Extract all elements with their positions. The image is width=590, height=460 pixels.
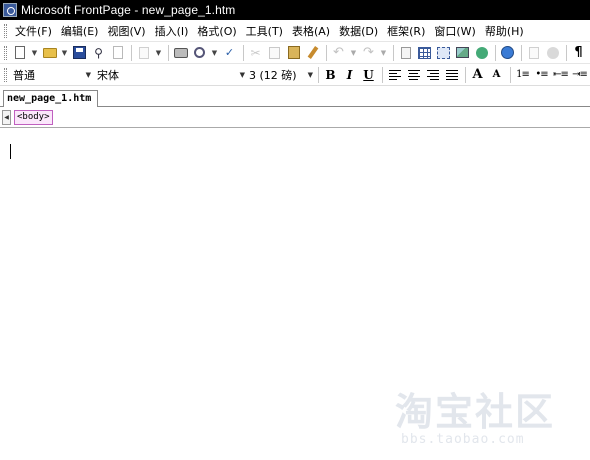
style-select[interactable]: 普通 ▼ xyxy=(11,66,93,83)
insert-table-icon[interactable] xyxy=(416,44,433,61)
frontpage-app-icon[interactable] xyxy=(3,3,17,17)
underline-button[interactable]: U xyxy=(360,66,377,83)
window-title: Microsoft FrontPage - new_page_1.htm xyxy=(21,3,236,17)
toggle-pane-icon[interactable] xyxy=(135,44,152,61)
decrease-font-size-button[interactable]: A xyxy=(488,66,505,83)
align-left-icon xyxy=(388,69,401,80)
menu-frames[interactable]: 框架(R) xyxy=(387,23,425,39)
bold-button[interactable]: B xyxy=(322,66,339,83)
refresh-icon[interactable] xyxy=(525,44,542,61)
numbering-icon[interactable]: 1≡ xyxy=(514,66,531,83)
decrease-indent-icon[interactable]: ⇤≡ xyxy=(552,66,569,83)
font-value: 宋体 xyxy=(97,68,119,82)
title-bar: Microsoft FrontPage - new_page_1.htm xyxy=(0,0,590,20)
insert-layer-icon[interactable] xyxy=(435,44,452,61)
quick-tag-selector: ◀ <body> xyxy=(0,107,590,128)
spelling-icon[interactable]: ✓ xyxy=(221,44,238,61)
search-icon[interactable]: ⚲ xyxy=(90,44,107,61)
menu-tools[interactable]: 工具(T) xyxy=(246,23,283,39)
toolbar-separator xyxy=(495,44,496,61)
new-page-dropdown-icon[interactable]: ▼ xyxy=(30,44,39,61)
toolbar-separator xyxy=(131,44,132,61)
print-icon[interactable] xyxy=(172,44,189,61)
font-select[interactable]: 宋体 ▼ xyxy=(93,66,247,83)
toolbar-separator xyxy=(168,44,169,61)
open-folder-icon[interactable] xyxy=(41,44,58,61)
menu-file[interactable]: 文件(F) xyxy=(15,23,52,39)
toolbar-grip[interactable] xyxy=(4,67,7,82)
watermark-main-text: 淘宝社区 xyxy=(395,390,556,434)
italic-button[interactable]: I xyxy=(341,66,358,83)
increase-indent-icon[interactable]: ⇥≡ xyxy=(571,66,588,83)
cut-icon[interactable]: ✂ xyxy=(247,44,264,61)
redo-dropdown-icon[interactable]: ▼ xyxy=(379,44,388,61)
toggle-pane-dropdown-icon[interactable]: ▼ xyxy=(154,44,163,61)
watermark: 淘宝社区 bbs.taobao.com xyxy=(395,392,585,454)
drawing-icon[interactable] xyxy=(473,44,490,61)
publish-icon[interactable] xyxy=(109,44,126,61)
toolbar-separator xyxy=(326,44,327,61)
standard-toolbar: ▼ ▼ ⚲ ▼ ▼ ✓ ✂ ↶ ▼ ↷ ▼ ¶ ⚓ xyxy=(0,41,590,63)
new-page-icon[interactable] xyxy=(11,44,28,61)
toolbar-separator xyxy=(465,66,466,83)
redo-icon[interactable]: ↷ xyxy=(360,44,377,61)
chevron-down-icon[interactable]: ▼ xyxy=(308,71,313,79)
menubar-grip[interactable] xyxy=(4,23,7,38)
menu-data[interactable]: 数据(D) xyxy=(339,23,378,39)
save-icon[interactable] xyxy=(71,44,88,61)
insert-picture-icon[interactable] xyxy=(454,44,471,61)
chevron-down-icon[interactable]: ▼ xyxy=(86,71,91,79)
menu-help[interactable]: 帮助(H) xyxy=(485,23,524,39)
bullets-icon[interactable]: •≡ xyxy=(533,66,550,83)
paste-icon[interactable] xyxy=(285,44,302,61)
toolbar-separator xyxy=(566,44,567,61)
preview-dropdown-icon[interactable]: ▼ xyxy=(210,44,219,61)
hyperlink-icon[interactable] xyxy=(499,44,516,61)
undo-dropdown-icon[interactable]: ▼ xyxy=(349,44,358,61)
chevron-left-icon[interactable]: ◀ xyxy=(2,109,11,125)
chevron-down-icon[interactable]: ▼ xyxy=(240,71,245,79)
align-right-button[interactable] xyxy=(424,66,441,83)
toolbar-separator xyxy=(318,66,319,83)
menu-edit[interactable]: 编辑(E) xyxy=(61,23,99,39)
align-center-button[interactable] xyxy=(405,66,422,83)
justify-icon xyxy=(445,69,458,80)
menu-view[interactable]: 视图(V) xyxy=(107,23,145,39)
format-painter-icon[interactable] xyxy=(304,44,321,61)
open-dropdown-icon[interactable]: ▼ xyxy=(60,44,69,61)
menu-window[interactable]: 窗口(W) xyxy=(434,23,475,39)
toolbar-separator xyxy=(521,44,522,61)
show-all-icon[interactable]: ¶ xyxy=(570,44,587,61)
toolbar-separator xyxy=(382,66,383,83)
body-tag-button[interactable]: <body> xyxy=(14,109,53,125)
align-center-icon xyxy=(407,69,420,80)
menu-insert[interactable]: 插入(I) xyxy=(155,23,189,39)
document-tab-strip: new_page_1.htm xyxy=(0,85,590,108)
align-left-button[interactable] xyxy=(386,66,403,83)
align-right-icon xyxy=(426,69,439,80)
font-size-value: 3 (12 磅) xyxy=(249,68,297,82)
text-caret xyxy=(10,144,11,159)
tab-new-page-1[interactable]: new_page_1.htm xyxy=(3,90,99,108)
menu-bar: 文件(F) 编辑(E) 视图(V) 插入(I) 格式(O) 工具(T) 表格(A… xyxy=(0,20,590,41)
web-component-icon[interactable] xyxy=(397,44,414,61)
formatting-toolbar: 普通 ▼ 宋体 ▼ 3 (12 磅) ▼ B I U A A 1≡ •≡ ⇤≡ … xyxy=(0,63,590,85)
watermark-url-text: bbs.taobao.com xyxy=(401,432,525,447)
copy-icon[interactable] xyxy=(266,44,283,61)
stop-icon[interactable] xyxy=(544,44,561,61)
justify-button[interactable] xyxy=(443,66,460,83)
toolbar-grip[interactable] xyxy=(4,45,7,60)
style-value: 普通 xyxy=(13,68,35,82)
menu-table[interactable]: 表格(A) xyxy=(292,23,330,39)
undo-icon[interactable]: ↶ xyxy=(330,44,347,61)
toolbar-separator xyxy=(243,44,244,61)
menu-format[interactable]: 格式(O) xyxy=(197,23,236,39)
toolbar-separator xyxy=(510,66,511,83)
increase-font-size-button[interactable]: A xyxy=(469,66,486,83)
print-preview-icon[interactable] xyxy=(191,44,208,61)
toolbar-separator xyxy=(393,44,394,61)
font-size-select[interactable]: 3 (12 磅) ▼ xyxy=(247,66,315,83)
